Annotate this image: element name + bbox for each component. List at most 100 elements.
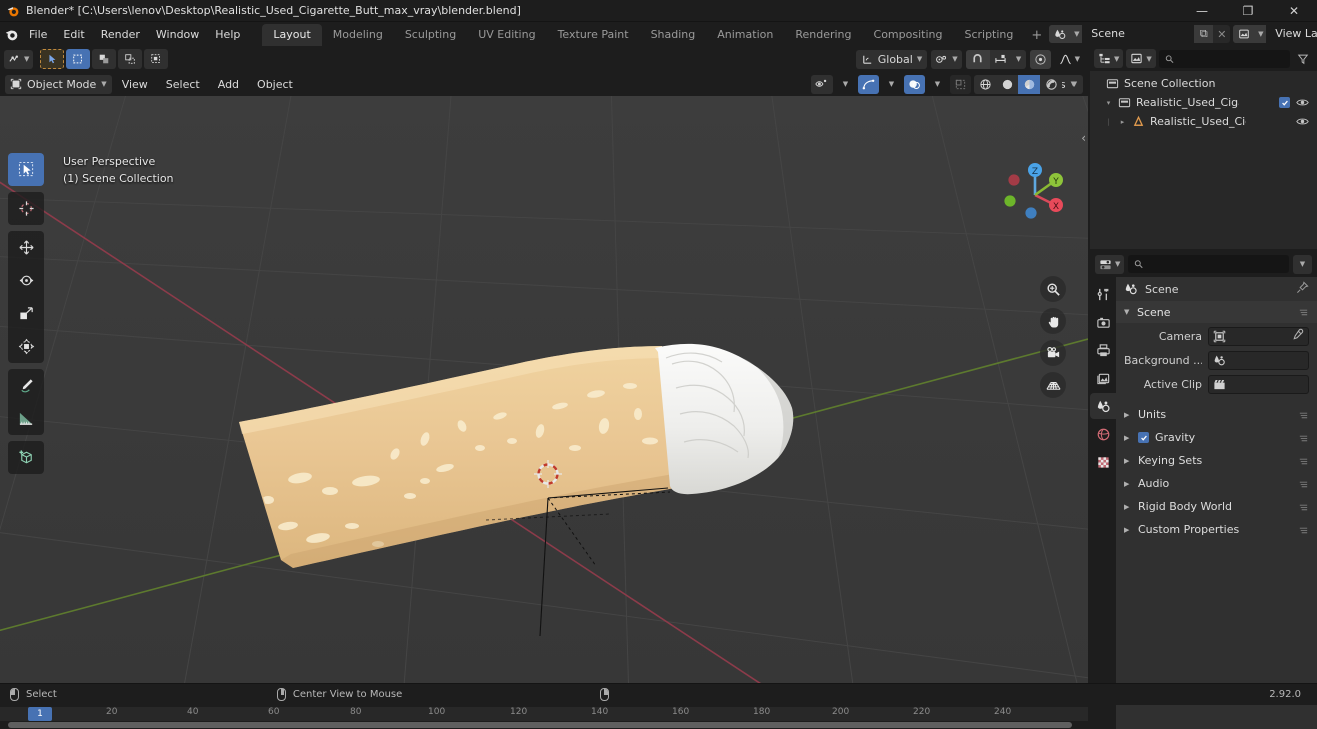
properties-section-rigid-body-world[interactable]: ▶ Rigid Body World xyxy=(1116,495,1317,518)
viewport-menu-add[interactable]: Add xyxy=(210,75,247,94)
workspace-tab-compositing[interactable]: Compositing xyxy=(863,24,954,46)
properties-section-audio[interactable]: ▶ Audio xyxy=(1116,472,1317,495)
workspace-tab-texture-paint[interactable]: Texture Paint xyxy=(547,24,640,46)
menu-edit[interactable]: Edit xyxy=(55,25,92,44)
overlays-caret[interactable]: ▼ xyxy=(928,75,947,94)
visibility-dropdown[interactable] xyxy=(811,74,833,94)
properties-tab-render[interactable] xyxy=(1090,309,1116,335)
viewport-sidebar-collapse[interactable]: ‹ xyxy=(1081,131,1086,145)
outliner-disclosure-triangle[interactable]: ▾ xyxy=(1104,99,1113,107)
properties-tab-tool[interactable] xyxy=(1090,281,1116,307)
outliner-search-box[interactable] xyxy=(1158,49,1290,68)
shading-rendered-button[interactable] xyxy=(1040,75,1062,94)
pin-icon[interactable] xyxy=(1296,281,1309,297)
workspace-tab-rendering[interactable]: Rendering xyxy=(784,24,862,46)
select-box-tool[interactable] xyxy=(8,153,44,186)
circle-select-tool-button[interactable] xyxy=(92,49,117,69)
properties-section-units[interactable]: ▶ Units xyxy=(1116,403,1317,426)
navigation-gizmo[interactable]: Z Y X xyxy=(998,158,1072,232)
eye-icon[interactable] xyxy=(1296,116,1309,127)
outliner-disclosure-triangle[interactable]: ▸ xyxy=(1118,118,1127,126)
view-layer-dropdown-caret[interactable]: ▼ xyxy=(1255,25,1267,43)
properties-section-keying-sets[interactable]: ▶ Keying Sets xyxy=(1116,449,1317,472)
lasso-select-tool-button[interactable] xyxy=(118,49,143,69)
properties-search-input[interactable] xyxy=(1148,258,1283,270)
properties-search-box[interactable] xyxy=(1128,255,1289,273)
scale-tool[interactable] xyxy=(8,297,44,330)
scene-dropdown-caret[interactable]: ▼ xyxy=(1071,25,1083,43)
view-layer-name[interactable]: View Layer xyxy=(1266,25,1317,43)
active-clip-input[interactable] xyxy=(1208,374,1309,394)
editor-type-button[interactable]: ▼ xyxy=(4,49,34,69)
workspace-tab-layout[interactable]: Layout xyxy=(262,24,322,46)
shading-wireframe-button[interactable] xyxy=(974,75,996,94)
snap-toggle-button[interactable] xyxy=(965,49,990,69)
outliner-display-mode-button[interactable]: ▼ xyxy=(1126,49,1156,68)
move-tool[interactable] xyxy=(8,231,44,264)
add-workspace-button[interactable]: + xyxy=(1024,25,1049,46)
properties-tab-view-layer[interactable] xyxy=(1090,365,1116,391)
eyedropper-icon[interactable] xyxy=(1291,328,1304,344)
workspace-tab-uv-editing[interactable]: UV Editing xyxy=(467,24,546,46)
viewport-menu-object[interactable]: Object xyxy=(249,75,301,94)
outliner-row-collection[interactable]: ▾ Realistic_Used_Cigarette xyxy=(1090,93,1317,112)
object-mode-dropdown[interactable]: Object Mode ▼ xyxy=(5,74,112,94)
properties-editor-type-button[interactable]: ▼ xyxy=(1095,254,1125,274)
annotate-tool[interactable] xyxy=(8,369,44,402)
pan-icon[interactable] xyxy=(1040,308,1066,334)
transform-orientation-dropdown[interactable]: Global ▼ xyxy=(855,49,928,69)
viewport-menu-select[interactable]: Select xyxy=(158,75,208,94)
workspace-tab-shading[interactable]: Shading xyxy=(640,24,707,46)
view-layer-selector[interactable]: ▼ View Layer ⧉ ✕ xyxy=(1233,25,1317,43)
grid-icon[interactable] xyxy=(1040,372,1066,398)
falloff-dropdown[interactable]: ▼ xyxy=(1055,50,1084,69)
outliner-search-input[interactable] xyxy=(1178,53,1284,64)
menu-window[interactable]: Window xyxy=(148,25,207,44)
shading-material-preview-button[interactable] xyxy=(1018,74,1040,94)
collection-checkbox[interactable] xyxy=(1279,97,1290,108)
camera-icon[interactable] xyxy=(1040,340,1066,366)
properties-section-custom-properties[interactable]: ▶ Custom Properties xyxy=(1116,518,1317,541)
shading-caret[interactable]: ▼ xyxy=(1065,75,1084,94)
outliner-row-scene-collection[interactable]: Scene Collection xyxy=(1090,74,1317,93)
3d-viewport[interactable]: User Perspective (1) Scene Collection Z … xyxy=(0,96,1088,683)
cursor-tool[interactable] xyxy=(8,192,44,225)
properties-tab-texture[interactable] xyxy=(1090,449,1116,475)
new-scene-button[interactable]: ⧉ xyxy=(1194,25,1214,43)
box-select-tool-button[interactable] xyxy=(66,49,91,69)
close-button[interactable]: ✕ xyxy=(1271,0,1317,22)
menu-file[interactable]: File xyxy=(21,25,55,44)
shading-solid-button[interactable] xyxy=(996,75,1018,94)
outliner-editor-type-button[interactable]: ▼ xyxy=(1094,49,1124,68)
gravity-checkbox[interactable] xyxy=(1138,432,1149,443)
snap-dropdown-caret[interactable]: ▼ xyxy=(1012,50,1026,69)
properties-options-button[interactable]: ▼ xyxy=(1293,254,1312,274)
gizmo-toggle[interactable] xyxy=(858,74,879,94)
proportional-edit-toggle[interactable] xyxy=(1029,49,1051,69)
background-scene-input[interactable] xyxy=(1208,350,1309,370)
workspace-tab-modeling[interactable]: Modeling xyxy=(322,24,394,46)
overlays-toggle[interactable] xyxy=(904,74,925,94)
eye-icon[interactable] xyxy=(1296,97,1309,108)
workspace-tab-scripting[interactable]: Scripting xyxy=(953,24,1024,46)
measure-tool[interactable] xyxy=(8,402,44,435)
properties-tab-world[interactable] xyxy=(1090,421,1116,447)
timeline-scrollbar[interactable] xyxy=(0,721,1088,729)
add-cube-tool[interactable] xyxy=(8,441,44,474)
timeline-ruler[interactable]: 1 20 40 60 80 100 120 140 160 180 200 22… xyxy=(0,707,1088,721)
properties-tab-scene[interactable] xyxy=(1090,393,1116,419)
outliner-row-object[interactable]: | ▸ Realistic_Used_Cigar xyxy=(1090,112,1317,131)
playhead[interactable]: 1 xyxy=(28,707,52,721)
pivot-point-dropdown[interactable]: ▼ xyxy=(931,49,962,69)
visibility-caret[interactable]: ▼ xyxy=(836,75,855,94)
minimize-button[interactable]: — xyxy=(1179,0,1225,22)
tweak-tool-button[interactable] xyxy=(40,49,65,69)
transform-tool[interactable] xyxy=(8,330,44,363)
snap-target-icon[interactable] xyxy=(990,50,1012,69)
outliner-filter-button[interactable] xyxy=(1293,49,1313,68)
select-intersect-tool-button[interactable] xyxy=(144,49,169,69)
restore-button[interactable]: ❐ xyxy=(1225,0,1271,22)
properties-section-gravity[interactable]: ▶ Gravity xyxy=(1116,426,1317,449)
gizmo-caret[interactable]: ▼ xyxy=(882,75,901,94)
xray-toggle[interactable] xyxy=(950,74,971,94)
